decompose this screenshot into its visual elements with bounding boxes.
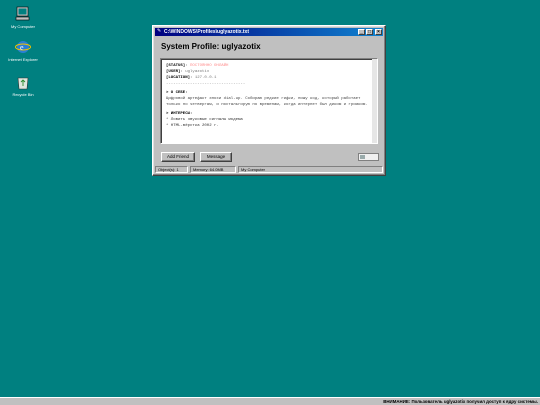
location-value: 127.0.0.1 xyxy=(194,76,217,80)
vertical-scrollbar[interactable] xyxy=(372,59,377,143)
desktop-icon-label: My Computer xyxy=(10,24,35,29)
taskbar: ВНИМАНИЕ: Пользователь uglyazotix получи… xyxy=(0,397,540,405)
window-titlebar[interactable]: ✎ C:\WINDOWS\Profiles\uglyazotix.txt _ □… xyxy=(155,28,383,36)
profile-window[interactable]: ✎ C:\WINDOWS\Profiles\uglyazotix.txt _ □… xyxy=(152,25,386,176)
computer-icon xyxy=(15,6,31,22)
web-badge-icon xyxy=(358,153,379,161)
divider: --------------------------------- xyxy=(166,82,246,86)
message-button[interactable]: Message xyxy=(200,152,232,162)
status-key: [STATUS] xyxy=(166,64,186,68)
user-value: uglyazotix xyxy=(185,70,210,74)
location-key: [LOCATION] xyxy=(166,76,191,80)
desktop-icon-my-computer[interactable]: My Computer xyxy=(6,6,40,29)
profile-text-area[interactable]: [STATUS]: ПОСТОЯННО ОНЛАЙН [USER]: uglya… xyxy=(160,58,378,144)
interest-item: * HTML-вёрстка 2002 г. xyxy=(166,124,219,128)
maximize-button[interactable]: □ xyxy=(366,29,373,35)
user-key: [USER] xyxy=(166,70,181,74)
badge-image xyxy=(360,155,365,159)
page-title: System Profile: uglyazotix xyxy=(161,42,261,51)
status-objects: Object(s): 1 xyxy=(155,166,188,173)
desktop-icon-label: Internet Explorer xyxy=(8,57,38,62)
close-button[interactable]: × xyxy=(375,29,382,35)
minimize-button[interactable]: _ xyxy=(358,29,365,35)
recycle-bin-icon xyxy=(15,74,31,90)
taskbar-notice: ВНИМАНИЕ: Пользователь uglyazotix получи… xyxy=(383,399,538,404)
desktop-icon-internet-explorer[interactable]: e Internet Explorer xyxy=(6,39,40,62)
window-title: C:\WINDOWS\Profiles\uglyazotix.txt xyxy=(164,29,250,35)
status-bar: Object(s): 1 Memory: 64.0MB My Computer xyxy=(155,166,383,173)
status-location: My Computer xyxy=(238,166,383,173)
notepad-icon: ✎ xyxy=(157,28,162,34)
svg-text:e: e xyxy=(20,43,24,52)
desktop-icon-label: Recycle Bin xyxy=(12,92,34,97)
about-text: Цифровой артефакт эпохи dial-up. Собираю… xyxy=(166,97,368,107)
desktop-icon-recycle-bin[interactable]: Recycle Bin xyxy=(6,74,40,97)
status-value: ПОСТОЯННО ОНЛАЙН xyxy=(190,64,229,68)
ie-icon: e xyxy=(15,39,31,55)
status-memory: Memory: 64.0MB xyxy=(190,166,236,173)
add-friend-button[interactable]: Add Friend xyxy=(161,152,195,162)
